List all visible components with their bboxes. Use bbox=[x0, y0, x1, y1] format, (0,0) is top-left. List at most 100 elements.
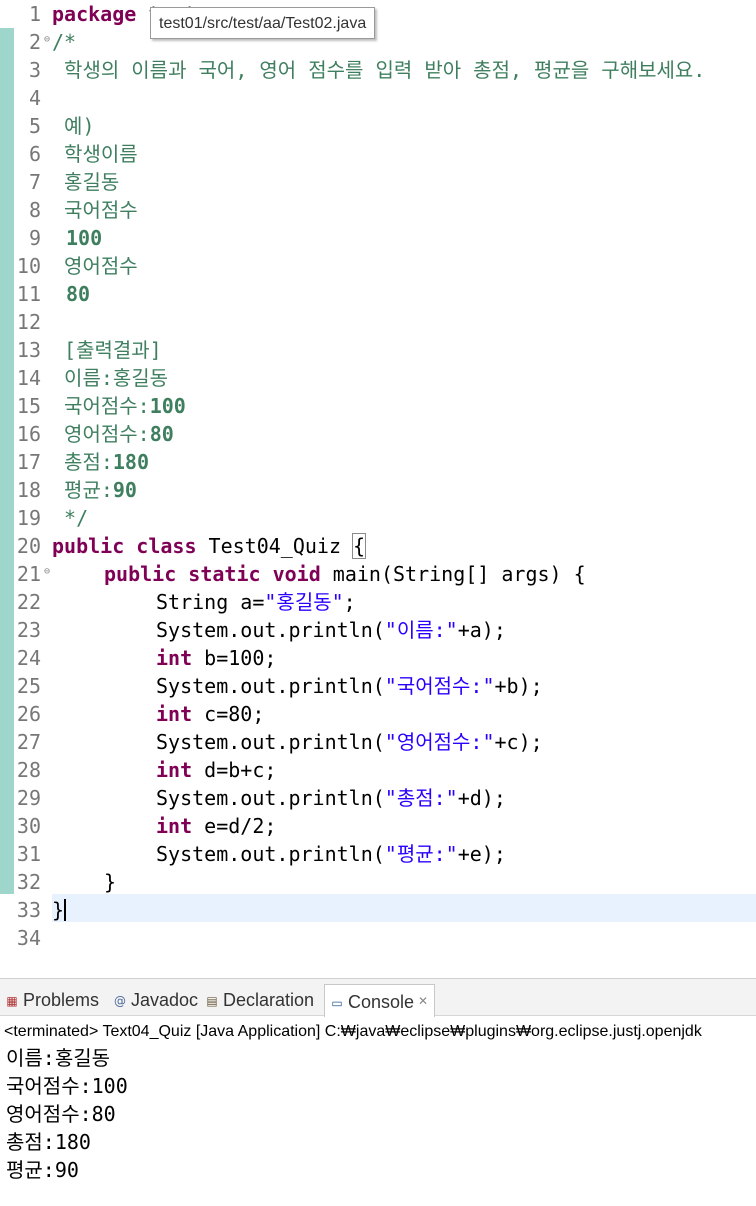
line-number: 33 bbox=[0, 896, 46, 924]
line-number: 12 bbox=[0, 308, 46, 336]
line-number: 17 bbox=[0, 448, 46, 476]
tab-declaration[interactable]: ▤ Declaration bbox=[204, 984, 314, 1017]
collapse-triangle-icon[interactable]: ⊖ bbox=[44, 35, 50, 45]
line-number-text: 21 bbox=[16, 562, 41, 586]
line-number-text: 1 bbox=[28, 2, 41, 26]
line-number-text: 5 bbox=[28, 114, 41, 138]
line-number: 5 bbox=[0, 112, 46, 140]
line-number: 18 bbox=[0, 476, 46, 504]
line-number-text: 24 bbox=[16, 646, 41, 670]
code-line-13: [출력결과] bbox=[52, 338, 162, 362]
line-number: 26 bbox=[0, 700, 46, 728]
code-line-32: } bbox=[104, 870, 117, 894]
line-number: 3 bbox=[0, 56, 46, 84]
code-line-7: 홍길동 bbox=[52, 170, 120, 194]
code-line-21: public static void main(String[] args) { bbox=[104, 562, 586, 586]
console-status-line: <terminated> Text04_Quiz [Java Applicati… bbox=[4, 1023, 702, 1040]
code-line-11: 80 bbox=[66, 282, 91, 306]
line-number: 34 bbox=[0, 924, 46, 952]
line-number-text: 18 bbox=[16, 478, 41, 502]
line-number-text: 6 bbox=[28, 142, 41, 166]
line-number-text: 7 bbox=[28, 170, 41, 194]
line-number-text: 11 bbox=[16, 282, 41, 306]
code-line-10: 영어점수 bbox=[52, 254, 138, 278]
line-number: 20 bbox=[0, 532, 46, 560]
code-editor[interactable]: 1 2 ⊖ 3 4 5 6 7 8 9 10 11 12 13 14 15 16 17 18 19 20 21 ⊖ 22 23 2… bbox=[0, 0, 756, 952]
tab-javadoc[interactable]: @ Javadoc bbox=[112, 984, 198, 1017]
console-panel: ▦ Problems @ Javadoc ▤ Declaration ▭ Console… bbox=[0, 978, 756, 1206]
line-number: 25 bbox=[0, 672, 46, 700]
line-number-text: 25 bbox=[16, 674, 41, 698]
line-number: 30 bbox=[0, 812, 46, 840]
code-line-22: String a="홍길동"; bbox=[156, 590, 356, 614]
console-output-line: 이름:홍길동 bbox=[6, 1046, 111, 1070]
line-number: 2 ⊖ bbox=[0, 28, 50, 56]
line-number: 13 bbox=[0, 336, 46, 364]
code-area[interactable]: package test; /* 학생의 이름과 국어, 영어 점수를 입력 받… bbox=[52, 0, 756, 952]
file-path-tooltip: test01/src/test/aa/Test02.java bbox=[150, 7, 376, 39]
line-number: 19 bbox=[0, 504, 46, 532]
line-number-text: 3 bbox=[28, 58, 41, 82]
console-output-line: 영어점수:80 bbox=[6, 1102, 116, 1126]
line-number: 11 bbox=[0, 280, 46, 308]
line-number: 27 bbox=[0, 728, 46, 756]
line-number-text: 34 bbox=[16, 926, 41, 950]
line-number-text: 12 bbox=[16, 310, 41, 334]
code-line-15: 국어점수:100 bbox=[52, 394, 186, 418]
console-icon: ▭ bbox=[331, 996, 343, 1010]
line-number: 21 ⊖ bbox=[0, 560, 50, 588]
console-output-line: 평균:90 bbox=[6, 1158, 79, 1182]
code-line-24: int b=100; bbox=[156, 646, 277, 670]
line-number-ruler[interactable]: 1 2 ⊖ 3 4 5 6 7 8 9 10 11 12 13 14 15 16 17 18 19 20 21 ⊖ 22 23 2… bbox=[0, 0, 52, 952]
line-number-text: 22 bbox=[16, 590, 41, 614]
line-number-text: 32 bbox=[16, 870, 41, 894]
line-number: 14 bbox=[0, 364, 46, 392]
code-line-14: 이름:홍길동 bbox=[52, 366, 169, 390]
code-line-5: 예) bbox=[52, 114, 95, 138]
text-cursor bbox=[64, 899, 67, 921]
console-output-line: 총점:180 bbox=[6, 1130, 91, 1154]
code-line-2: /* bbox=[52, 30, 77, 54]
code-line-29: System.out.println("총점:"+d); bbox=[156, 786, 506, 810]
code-line-25: System.out.println("국어점수:"+b); bbox=[156, 674, 543, 698]
line-number-text: 19 bbox=[16, 506, 41, 530]
line-number-text: 28 bbox=[16, 758, 41, 782]
code-line-20: public class Test04_Quiz { bbox=[52, 533, 367, 559]
line-number: 15 bbox=[0, 392, 46, 420]
line-number: 32 bbox=[0, 868, 46, 896]
line-number: 22 bbox=[0, 588, 46, 616]
line-number: 4 bbox=[0, 84, 46, 112]
code-line-19: */ bbox=[52, 506, 89, 530]
tab-problems[interactable]: ▦ Problems bbox=[4, 984, 99, 1017]
line-number-text: 9 bbox=[28, 226, 41, 250]
collapse-triangle-icon[interactable]: ⊖ bbox=[44, 567, 50, 577]
code-line-3: 학생의 이름과 국어, 영어 점수를 입력 받아 총점, 평균을 구해보세요. bbox=[52, 58, 706, 82]
code-line-33: } bbox=[52, 898, 67, 922]
line-number-text: 20 bbox=[16, 534, 41, 558]
line-number-text: 8 bbox=[28, 198, 41, 222]
close-icon[interactable]: ✕ bbox=[418, 994, 428, 1008]
console-output-line: 국어점수:100 bbox=[6, 1074, 128, 1098]
line-number-text: 10 bbox=[16, 254, 41, 278]
line-number-text: 23 bbox=[16, 618, 41, 642]
line-number: 29 bbox=[0, 784, 46, 812]
line-number: 31 bbox=[0, 840, 46, 868]
tab-console[interactable]: ▭ Console ✕ bbox=[324, 984, 436, 1017]
code-line-18: 평균:90 bbox=[52, 478, 137, 502]
line-number-text: 27 bbox=[16, 730, 41, 754]
panel-tab-bar: ▦ Problems @ Javadoc ▤ Declaration ▭ Console… bbox=[0, 978, 756, 1017]
line-number-text: 30 bbox=[16, 814, 41, 838]
code-line-6: 학생이름 bbox=[52, 142, 138, 166]
current-line-highlight bbox=[52, 894, 756, 922]
code-line-16: 영어점수:80 bbox=[52, 422, 174, 446]
line-number-text: 26 bbox=[16, 702, 41, 726]
line-number-text: 16 bbox=[16, 422, 41, 446]
line-number: 8 bbox=[0, 196, 46, 224]
matching-bracket-highlight: { bbox=[352, 533, 367, 559]
line-number-text: 17 bbox=[16, 450, 41, 474]
line-number-text: 15 bbox=[16, 394, 41, 418]
line-number: 1 bbox=[0, 0, 46, 28]
code-line-31: System.out.println("평균:"+e); bbox=[156, 842, 506, 866]
line-number: 23 bbox=[0, 616, 46, 644]
line-number: 16 bbox=[0, 420, 46, 448]
